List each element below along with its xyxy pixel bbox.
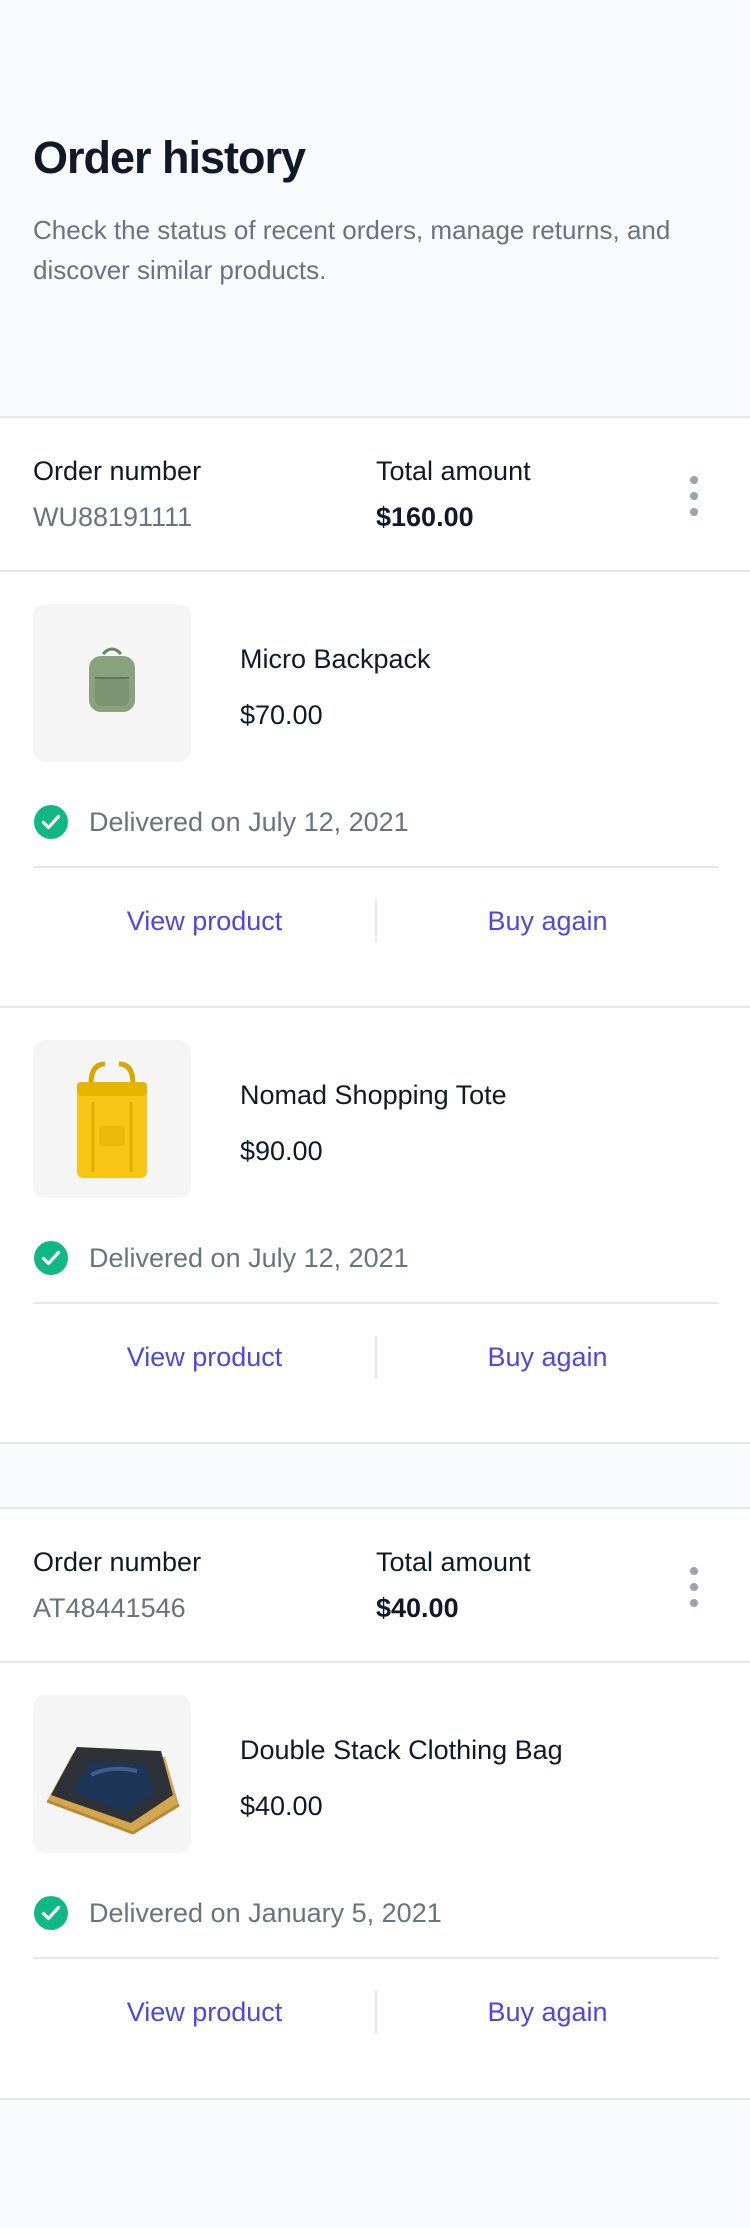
order-number-label: Order number [33, 456, 202, 486]
more-options-icon[interactable] [680, 476, 708, 516]
order-summary: Order number AT48441546 Total amount $40… [0, 1509, 750, 1663]
order-number-block: Order number AT48441546 [33, 1543, 201, 1627]
yellow-tote-image [33, 1040, 191, 1198]
product-name[interactable]: Nomad Shopping Tote [240, 1076, 507, 1114]
order-item: Double Stack Clothing Bag $40.00 Deliver… [0, 1663, 750, 2099]
product-image[interactable] [33, 1695, 191, 1853]
delivery-status: Delivered on January 5, 2021 [33, 1893, 442, 1933]
order-number-label: Order number [33, 1547, 202, 1577]
order-card: Order number AT48441546 Total amount $40… [0, 1507, 750, 2100]
buy-again-button[interactable]: Buy again [376, 1304, 719, 1410]
product-image[interactable] [33, 604, 191, 762]
order-card: Order number WU88191111 Total amount $16… [0, 416, 750, 1444]
product-price: $40.00 [240, 1791, 323, 1821]
green-backpack-image [33, 604, 191, 762]
order-number-block: Order number WU88191111 [33, 452, 201, 536]
view-product-button[interactable]: View product [33, 1304, 376, 1410]
check-circle-icon [34, 805, 68, 839]
delivery-status: Delivered on July 12, 2021 [33, 1238, 409, 1278]
order-number-value: AT48441546 [33, 1593, 186, 1623]
delivery-status-text: Delivered on July 12, 2021 [89, 807, 409, 837]
total-amount-block: Total amount $40.00 [376, 1543, 531, 1627]
total-amount-value: $160.00 [376, 502, 474, 532]
order-summary: Order number WU88191111 Total amount $16… [0, 418, 750, 572]
order-number-value: WU88191111 [33, 502, 193, 532]
more-options-icon[interactable] [680, 1567, 708, 1607]
delivery-status-text: Delivered on January 5, 2021 [89, 1898, 442, 1928]
page-title: Order history [33, 132, 306, 183]
product-name[interactable]: Double Stack Clothing Bag [240, 1731, 563, 1769]
clothing-bag-image [33, 1695, 191, 1853]
product-price: $90.00 [240, 1136, 323, 1166]
item-actions: View product Buy again [33, 1957, 719, 2065]
check-circle-icon [34, 1896, 68, 1930]
total-amount-block: Total amount $160.00 [376, 452, 531, 536]
total-amount-label: Total amount [376, 456, 531, 486]
item-actions: View product Buy again [33, 866, 719, 974]
buy-again-button[interactable]: Buy again [376, 868, 719, 974]
product-name[interactable]: Micro Backpack [240, 640, 431, 678]
total-amount-value: $40.00 [376, 1593, 459, 1623]
product-price: $70.00 [240, 700, 323, 730]
delivery-status-text: Delivered on July 12, 2021 [89, 1243, 409, 1273]
check-circle-icon [34, 1241, 68, 1275]
view-product-button[interactable]: View product [33, 868, 376, 974]
view-product-button[interactable]: View product [33, 1959, 376, 2065]
order-item: Nomad Shopping Tote $90.00 Delivered on … [0, 1008, 750, 1444]
item-actions: View product Buy again [33, 1302, 719, 1410]
total-amount-label: Total amount [376, 1547, 531, 1577]
page-header: Order history Check the status of recent… [33, 128, 723, 290]
buy-again-button[interactable]: Buy again [376, 1959, 719, 2065]
order-item: Micro Backpack $70.00 Delivered on July … [0, 572, 750, 1008]
product-image[interactable] [33, 1040, 191, 1198]
delivery-status: Delivered on July 12, 2021 [33, 802, 409, 842]
page-subtitle: Check the status of recent orders, manag… [33, 215, 671, 285]
